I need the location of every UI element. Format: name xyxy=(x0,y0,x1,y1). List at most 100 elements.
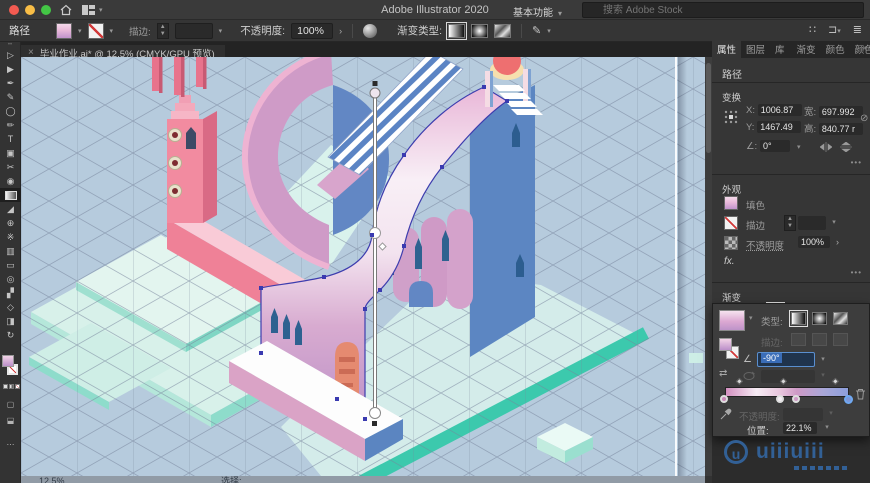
gradient-tool[interactable] xyxy=(0,188,21,202)
shape-tool[interactable]: ◯ xyxy=(0,104,21,118)
arrange-documents-icon[interactable]: ∷ xyxy=(809,23,816,36)
gradient-angle-field[interactable]: -90° xyxy=(757,352,815,367)
chevron-down-icon[interactable]: ▾ xyxy=(817,355,829,363)
stroke-weight-value[interactable] xyxy=(174,22,213,39)
fill-color-swatch[interactable] xyxy=(56,22,72,39)
gradient-stop[interactable] xyxy=(720,395,728,403)
rotate-tool[interactable]: ◉ xyxy=(0,174,21,188)
chevron-down-icon[interactable]: ▾ xyxy=(547,27,551,35)
appearance-fill-swatch[interactable] xyxy=(724,196,738,210)
freeform-gradient-button[interactable] xyxy=(494,23,512,38)
constrain-proportions-icon[interactable]: ⊘ xyxy=(860,113,868,124)
none-mode-icon[interactable] xyxy=(14,384,20,389)
chevron-down-icon[interactable]: ▾ xyxy=(99,6,103,14)
artboard-tool[interactable]: ▭ xyxy=(0,258,21,272)
stroke-stepper[interactable]: ▲ ▼ xyxy=(784,215,796,231)
stroke-color-swatch[interactable] xyxy=(87,22,104,39)
location-field[interactable]: 22.1% xyxy=(783,422,817,434)
scissors-tool[interactable]: ✂ xyxy=(0,160,21,174)
appearance-more-options[interactable]: ••• xyxy=(851,268,862,277)
recolor-artwork-icon[interactable] xyxy=(363,23,378,38)
mini-fill-indicator[interactable] xyxy=(719,338,732,351)
appearance-opacity-label[interactable]: 不透明度 xyxy=(746,238,784,252)
canvas-artwork[interactable] xyxy=(21,47,705,483)
gradient-stop[interactable] xyxy=(791,395,800,403)
blend-tool[interactable]: ⊕ xyxy=(0,216,21,230)
symbol-sprayer-tool[interactable]: ※ xyxy=(0,230,21,244)
document-layout-icon[interactable] xyxy=(82,5,96,15)
pen-tool[interactable]: ✒ xyxy=(0,76,21,90)
graph-tool[interactable]: ▥ xyxy=(0,244,21,258)
tab-gradient[interactable]: 渐变 xyxy=(792,40,821,58)
color-mode-icon[interactable] xyxy=(2,384,8,389)
fx-button[interactable]: fx. xyxy=(724,256,735,267)
radial-gradient-button[interactable] xyxy=(471,23,489,38)
chevron-down-icon[interactable]: ▾ xyxy=(793,143,805,151)
curvature-tool[interactable]: ✎ xyxy=(0,90,21,104)
blue-tower[interactable] xyxy=(470,85,535,357)
width-field[interactable]: 697.992 xyxy=(818,106,863,118)
y-field[interactable]: 1467.49 xyxy=(757,121,802,133)
edit-toolbar-icon[interactable]: ⋯ xyxy=(0,438,21,451)
free-transform-tool[interactable]: ▣ xyxy=(0,146,21,160)
flip-vertical-icon[interactable] xyxy=(840,142,852,152)
x-field[interactable]: 1006.87 xyxy=(757,104,802,116)
appearance-stroke-swatch[interactable] xyxy=(724,216,738,230)
height-field[interactable]: 840.77 r xyxy=(818,123,863,135)
rotate-view-tool[interactable]: ↻ xyxy=(0,328,21,342)
stock-search-input[interactable] xyxy=(582,2,864,18)
slice-tool[interactable]: ▞ xyxy=(0,286,21,300)
chevron-down-icon[interactable]: ▾ xyxy=(749,314,753,322)
tab-properties[interactable]: 属性 xyxy=(712,40,742,58)
direct-selection-tool[interactable]: ▶ xyxy=(0,62,21,76)
width-tool[interactable]: ◇ xyxy=(0,300,21,314)
rotate-field[interactable]: 0° xyxy=(759,140,790,152)
zoom-tool[interactable]: ◎ xyxy=(0,272,21,286)
vertical-scrollbar[interactable] xyxy=(705,57,712,476)
gradient-mode-icon[interactable] xyxy=(8,384,14,389)
chevron-right-icon[interactable]: › xyxy=(339,26,342,36)
chevron-down-icon[interactable]: ▾ xyxy=(828,218,840,226)
reference-point-icon[interactable] xyxy=(724,110,738,124)
tab-color[interactable]: 颜色 xyxy=(821,40,850,58)
canvas[interactable] xyxy=(21,47,705,483)
gradient-stop[interactable] xyxy=(844,395,853,404)
fill-indicator[interactable] xyxy=(2,355,14,367)
tab-layers[interactable]: 图层 xyxy=(741,40,770,58)
chevron-down-icon[interactable]: ▾ xyxy=(110,27,114,35)
home-icon[interactable] xyxy=(60,4,72,16)
collapse-panel-icon[interactable]: » xyxy=(863,43,867,52)
chevron-down-icon[interactable]: ▾ xyxy=(821,423,833,431)
radial-gradient-button[interactable] xyxy=(812,312,827,325)
freeform-gradient-button[interactable] xyxy=(833,312,848,325)
zoom-level[interactable]: 12.5% xyxy=(39,477,65,483)
appearance-opacity-value[interactable]: 100% xyxy=(798,236,830,248)
selection-tool[interactable]: ▷ xyxy=(0,48,21,62)
gradient-midpoint[interactable] xyxy=(735,377,743,385)
tab-libraries[interactable]: 库 xyxy=(770,40,790,58)
workspace-switcher[interactable]: 基本功能 ▾ xyxy=(505,2,570,19)
screen-mode-icon[interactable]: ⬓ xyxy=(0,414,21,427)
transform-more-options[interactable]: ••• xyxy=(851,158,862,167)
close-window-button[interactable] xyxy=(9,5,19,15)
gradient-stop[interactable] xyxy=(775,395,784,403)
draw-mode-icon[interactable]: ▢ xyxy=(0,398,21,411)
reverse-gradient-icon[interactable]: ⇄ xyxy=(719,368,727,379)
linear-gradient-button[interactable] xyxy=(789,310,808,327)
share-icon[interactable]: ⊐▾ xyxy=(828,23,841,36)
fill-stroke-indicator[interactable] xyxy=(0,354,21,380)
stroke-weight-stepper[interactable]: ▲ ▼ xyxy=(156,22,169,39)
minimize-window-button[interactable] xyxy=(25,5,35,15)
eyedropper-icon[interactable] xyxy=(720,408,732,420)
chevron-right-icon[interactable]: › xyxy=(836,237,839,247)
document-list-icon[interactable]: ≣ xyxy=(853,23,862,36)
stroke-value-field[interactable] xyxy=(798,216,826,230)
delete-stop-icon[interactable] xyxy=(855,388,866,400)
chevron-down-icon[interactable]: ▾ xyxy=(78,27,82,35)
linear-gradient-button[interactable] xyxy=(446,21,468,40)
gradient-midpoint[interactable] xyxy=(832,377,840,385)
shaper-tool-icon[interactable]: ✎ xyxy=(532,24,541,37)
opacity-value[interactable]: 100% xyxy=(291,22,334,39)
flip-horizontal-icon[interactable] xyxy=(820,142,832,152)
type-tool[interactable]: T xyxy=(0,132,21,146)
